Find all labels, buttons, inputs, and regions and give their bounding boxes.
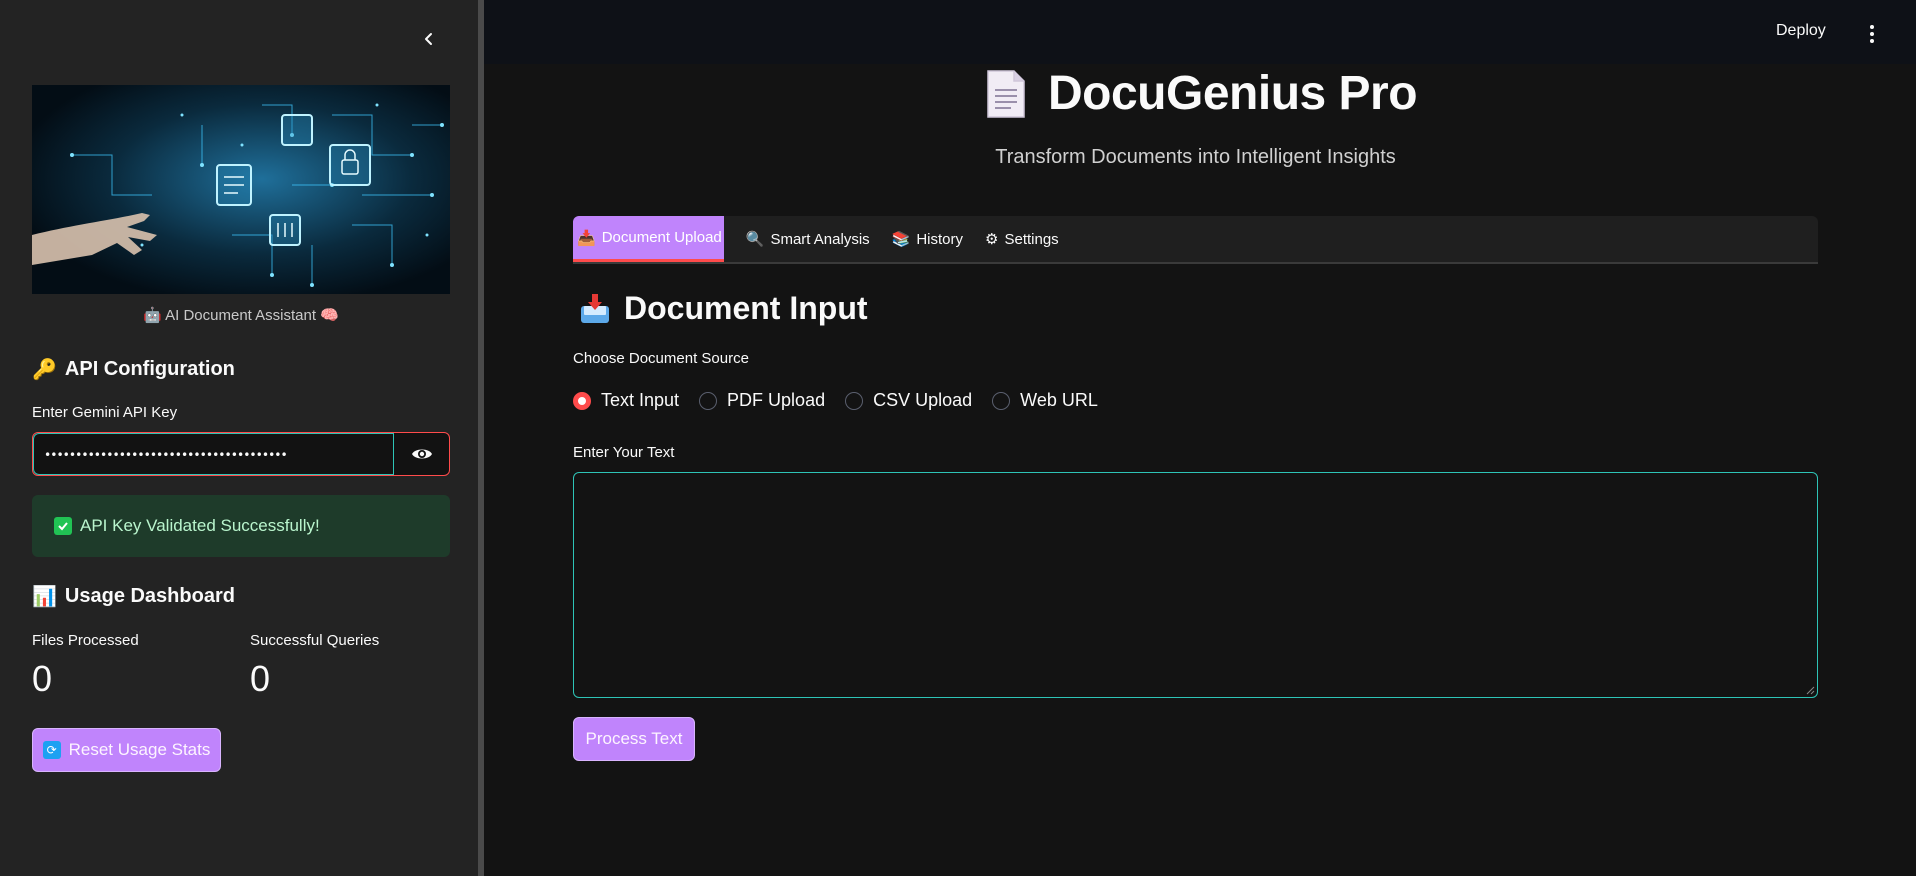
top-bar: [484, 0, 1916, 64]
success-message: API Key Validated Successfully!: [80, 516, 320, 535]
radio-indicator: [992, 391, 1011, 410]
radio-label: CSV Upload: [873, 390, 973, 410]
kebab-dot: [1870, 39, 1874, 43]
tab-settings[interactable]: ⚙ Settings: [983, 216, 1061, 262]
tab-bar: 📥 Document Upload 🔍 Smart Analysis 📚 His…: [573, 216, 1818, 264]
sidebar: 🤖 AI Document Assistant 🧠 🔑 API Configur…: [0, 0, 478, 876]
tab-smart-analysis[interactable]: 🔍 Smart Analysis: [744, 216, 872, 262]
document-icon: [987, 69, 1025, 118]
radio-label: Text Input: [601, 390, 680, 410]
api-config-heading-text: API Configuration: [64, 357, 235, 380]
tab-label: Document Upload: [601, 229, 722, 246]
radio-label: Web URL: [1020, 390, 1098, 410]
api-config-heading: 🔑 API Configuration: [32, 357, 235, 381]
successful-queries-label: Successful Queries: [250, 632, 380, 649]
api-key-success-alert: API Key Validated Successfully!: [32, 495, 450, 557]
resize-grip-icon[interactable]: [1805, 685, 1815, 695]
radio-selected-indicator: [573, 391, 591, 410]
reset-usage-stats-label: Reset Usage Stats: [68, 740, 211, 759]
usage-dashboard-heading-text: Usage Dashboard: [64, 584, 235, 607]
inbox-tray-icon: [581, 293, 609, 323]
document-source-label: Choose Document Source: [573, 350, 749, 367]
gear-icon: ⚙: [985, 230, 999, 248]
chevron-left-icon: [425, 33, 432, 45]
tab-history[interactable]: 📚 History: [890, 216, 965, 262]
document-source-radio-group: Text Input PDF Upload CSV Upload Web URL: [573, 390, 1098, 411]
toggle-password-visibility-button[interactable]: [395, 433, 449, 475]
document-text-area[interactable]: [573, 472, 1818, 698]
radio-label: PDF Upload: [727, 390, 826, 410]
files-processed-label: Files Processed: [32, 632, 139, 649]
tab-label: History: [916, 230, 964, 248]
kebab-dot: [1870, 32, 1874, 36]
app-title-text: DocuGenius Pro: [1048, 67, 1418, 120]
radio-text-input[interactable]: Text Input: [573, 390, 679, 411]
refresh-icon: ⟳: [42, 741, 61, 759]
api-key-label: Enter Gemini API Key: [32, 404, 178, 421]
page-title: DocuGenius Pro: [984, 66, 1418, 121]
radio-csv-upload[interactable]: CSV Upload: [845, 390, 972, 411]
reset-usage-stats-button[interactable]: ⟳ Reset Usage Stats: [32, 728, 221, 772]
bar-chart-icon: 📊: [32, 584, 57, 608]
sidebar-caption: 🤖 AI Document Assistant 🧠: [143, 307, 339, 324]
api-key-field: •••••••••••••••••••••••••••••••••••••••: [32, 432, 450, 476]
tab-label: Smart Analysis: [770, 230, 870, 248]
kebab-dot: [1870, 25, 1874, 29]
radio-indicator: [845, 391, 864, 410]
inbox-tray-icon: 📥: [577, 228, 596, 247]
magnifier-icon: 🔍: [745, 230, 765, 248]
tab-label: Settings: [1004, 230, 1059, 248]
radio-indicator: [699, 391, 718, 410]
usage-dashboard-heading: 📊 Usage Dashboard: [32, 584, 235, 608]
collapse-sidebar-button[interactable]: [414, 24, 444, 54]
deploy-button[interactable]: Deploy: [1776, 22, 1826, 40]
process-text-label: Process Text: [585, 729, 683, 748]
text-input-label: Enter Your Text: [573, 444, 675, 461]
successful-queries-value: 0: [250, 658, 271, 699]
document-input-heading: Document Input: [578, 290, 868, 327]
key-icon: 🔑: [32, 357, 57, 381]
eye-icon: [412, 449, 432, 459]
radio-pdf-upload[interactable]: PDF Upload: [699, 390, 825, 411]
api-key-input[interactable]: •••••••••••••••••••••••••••••••••••••••: [33, 433, 394, 475]
sidebar-resize-handle[interactable]: [478, 0, 484, 876]
document-input-heading-text: Document Input: [624, 290, 868, 326]
process-text-button[interactable]: Process Text: [573, 717, 695, 761]
sidebar-hero-image: [32, 85, 450, 294]
app-root: 🤖 AI Document Assistant 🧠 🔑 API Configur…: [0, 0, 1916, 876]
check-icon: [54, 517, 72, 535]
main-menu-button[interactable]: [1862, 22, 1882, 46]
radio-web-url[interactable]: Web URL: [992, 390, 1098, 411]
books-icon: 📚: [891, 230, 911, 248]
tab-document-upload[interactable]: 📥 Document Upload: [573, 216, 724, 262]
page-subtitle: Transform Documents into Intelligent Ins…: [995, 146, 1396, 168]
files-processed-value: 0: [32, 658, 53, 699]
